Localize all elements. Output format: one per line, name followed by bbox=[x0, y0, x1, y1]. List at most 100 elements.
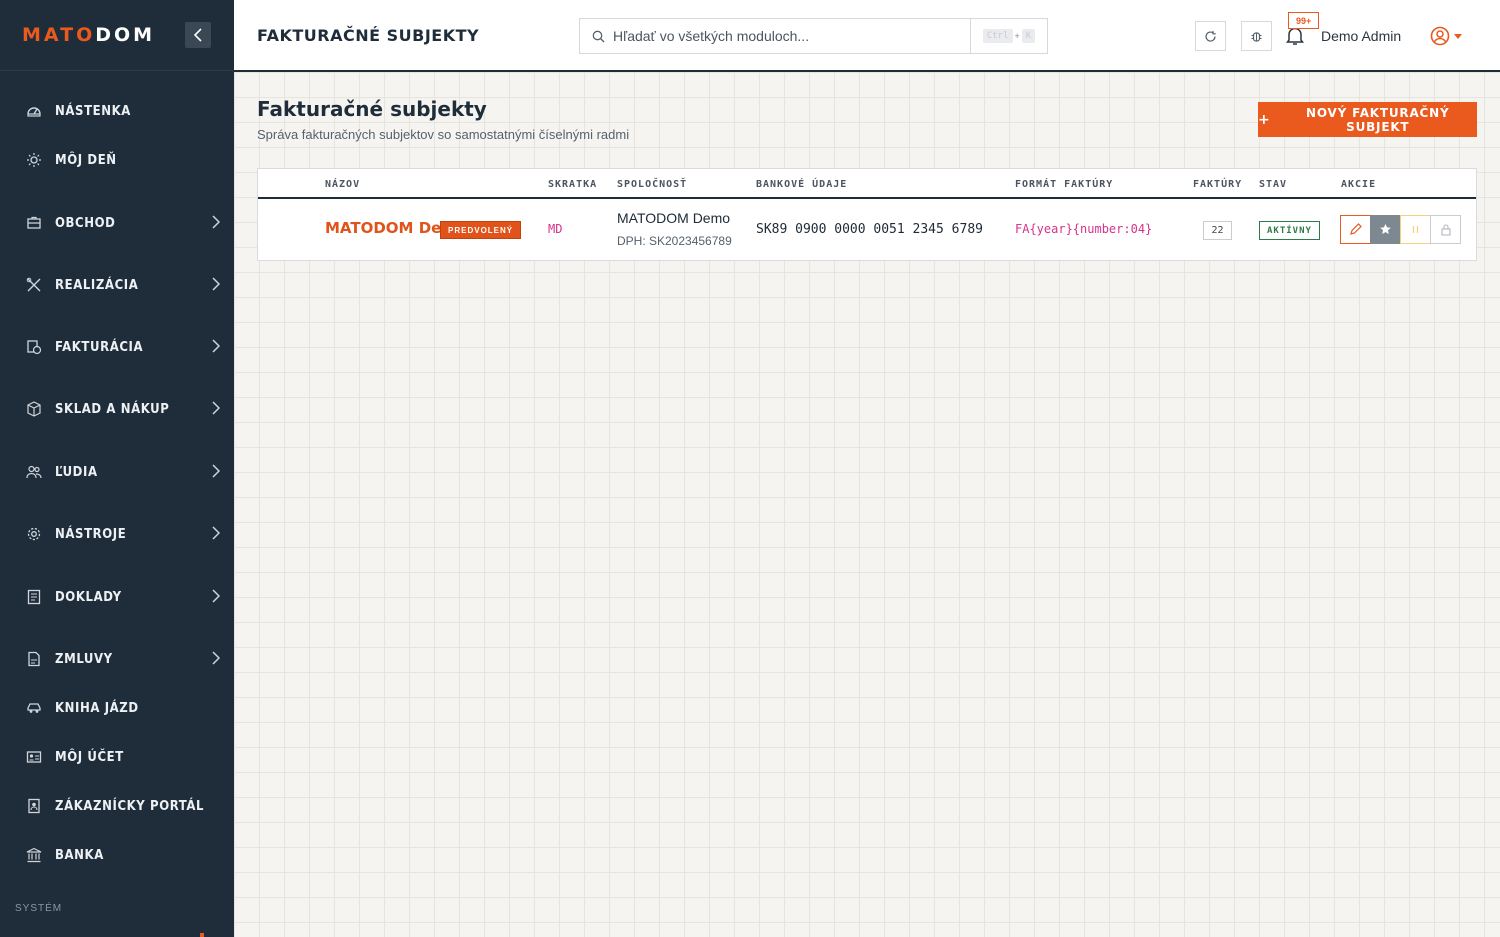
lock-button[interactable] bbox=[1430, 215, 1461, 244]
refresh-icon bbox=[1205, 30, 1216, 42]
billing-entities-table: Názov Skratka Spoločnosť Bankové údaje F… bbox=[257, 168, 1477, 261]
page-title: Fakturačné subjekty bbox=[257, 97, 487, 121]
sidebar-item-label: Môj deň bbox=[55, 152, 117, 168]
logo[interactable]: MATODOM bbox=[22, 24, 155, 46]
column-header-actions: Akcie bbox=[1341, 179, 1377, 190]
plus-icon: + bbox=[1258, 111, 1271, 128]
sidebar-item-label: Banka bbox=[55, 847, 104, 863]
sidebar-item-zmluvy[interactable]: Zmluvy bbox=[0, 639, 234, 679]
column-header-format[interactable]: Formát faktúry bbox=[1015, 179, 1113, 190]
entity-invoice-count: 22 bbox=[1203, 221, 1232, 240]
deactivate-button[interactable] bbox=[1400, 215, 1431, 244]
sidebar-header: MATODOM bbox=[0, 0, 234, 71]
sidebar-item-label: Kniha jázd bbox=[55, 700, 139, 716]
row-actions bbox=[1340, 215, 1461, 244]
refresh-button[interactable] bbox=[1195, 21, 1226, 51]
sidebar-item-label: Nástroje bbox=[55, 526, 127, 542]
sidebar-item-sklad-a-nakup[interactable]: Sklad a nákup bbox=[0, 389, 234, 429]
column-header-abbr[interactable]: Skratka bbox=[548, 179, 597, 190]
pause-icon bbox=[1412, 226, 1419, 233]
briefcase-icon bbox=[25, 214, 43, 232]
column-header-status[interactable]: Stav bbox=[1259, 179, 1287, 190]
logo-part-2: DOM bbox=[95, 24, 156, 46]
sidebar-item-fakturacia[interactable]: Fakturácia bbox=[0, 327, 234, 367]
default-badge: PREDVOLENÝ bbox=[440, 221, 522, 239]
sidebar: MATODOM Nástenka Môj deň Obchod Realizác… bbox=[0, 0, 234, 937]
chevron-left-icon bbox=[193, 28, 202, 42]
new-billing-entity-button[interactable]: + NOVÝ FAKTURAČNÝ SUBJEKT bbox=[1258, 102, 1477, 137]
edit-button[interactable] bbox=[1340, 215, 1371, 244]
notification-count-badge: 99+ bbox=[1288, 12, 1320, 29]
id-card-icon bbox=[25, 748, 43, 766]
sidebar-item-zakaznicky-portal[interactable]: Zákaznícky portál bbox=[0, 786, 234, 826]
table-header: Názov Skratka Spoločnosť Bankové údaje F… bbox=[258, 169, 1476, 199]
table-row[interactable]: MATODOM Demo PREDVOLENÝ MD MATODOM Demo … bbox=[258, 199, 1476, 260]
bank-icon bbox=[25, 846, 43, 864]
sidebar-item-doklady[interactable]: Doklady bbox=[0, 577, 234, 617]
set-default-button[interactable] bbox=[1370, 215, 1401, 244]
search-input[interactable] bbox=[613, 28, 953, 44]
invoice-icon bbox=[25, 338, 43, 356]
lock-icon bbox=[1440, 224, 1451, 236]
section-label-system: SYSTÉM bbox=[15, 903, 63, 914]
bell-icon[interactable] bbox=[1286, 26, 1304, 46]
kbd-plus: + bbox=[1014, 31, 1020, 41]
chevron-right-icon bbox=[212, 401, 220, 415]
chevron-right-icon bbox=[212, 651, 220, 665]
chevron-right-icon bbox=[212, 277, 220, 291]
column-header-invoices[interactable]: Faktúry bbox=[1193, 179, 1242, 190]
sidebar-item-label: Obchod bbox=[55, 215, 116, 231]
collapse-sidebar-button[interactable] bbox=[185, 22, 211, 48]
new-button-label: NOVÝ FAKTURAČNÝ SUBJEKT bbox=[1306, 105, 1450, 134]
entity-invoice-format: FA{year}{number:04} bbox=[1015, 222, 1153, 236]
sidebar-item-ludia[interactable]: Ľudia bbox=[0, 452, 234, 492]
entity-abbr: MD bbox=[548, 222, 563, 236]
chevron-right-icon bbox=[212, 339, 220, 353]
sidebar-item-realizacia[interactable]: Realizácia bbox=[0, 265, 234, 305]
main-content: Fakturačné subjekty Správa fakturačných … bbox=[234, 72, 1500, 937]
column-header-company[interactable]: Spoločnosť bbox=[617, 179, 687, 190]
gear-icon bbox=[25, 525, 43, 543]
people-icon bbox=[25, 463, 43, 481]
chevron-right-icon bbox=[212, 589, 220, 603]
debug-button[interactable] bbox=[1241, 21, 1272, 51]
sidebar-item-nastenka[interactable]: Nástenka bbox=[0, 91, 234, 131]
status-badge: AKTÍVNY bbox=[1259, 221, 1320, 240]
sidebar-item-label: Fakturácia bbox=[55, 339, 144, 355]
chevron-right-icon bbox=[212, 215, 220, 229]
search-icon bbox=[592, 30, 605, 42]
star-icon bbox=[1380, 224, 1391, 234]
sidebar-item-banka[interactable]: Banka bbox=[0, 835, 234, 875]
sidebar-item-label: Realizácia bbox=[55, 277, 139, 293]
sidebar-item-nastroje[interactable]: Nástroje bbox=[0, 514, 234, 554]
tools-icon bbox=[25, 276, 43, 294]
column-header-name[interactable]: Názov bbox=[325, 179, 360, 190]
sidebar-item-moj-den[interactable]: Môj deň bbox=[0, 140, 234, 180]
sun-icon bbox=[25, 151, 43, 169]
sidebar-item-label: Zákaznícky portál bbox=[55, 798, 205, 814]
entity-vat: DPH: SK2023456789 bbox=[617, 234, 732, 248]
sidebar-accent bbox=[200, 933, 204, 937]
sidebar-item-label: Doklady bbox=[55, 589, 122, 605]
global-search: Ctrl + K bbox=[579, 18, 1048, 54]
caret-down-icon bbox=[1454, 33, 1462, 39]
sidebar-item-moj-ucet[interactable]: Môj účet bbox=[0, 737, 234, 777]
sidebar-item-label: Môj účet bbox=[55, 749, 124, 765]
box-icon bbox=[25, 400, 43, 418]
car-icon bbox=[25, 699, 43, 717]
column-header-bank[interactable]: Bankové údaje bbox=[756, 179, 847, 190]
logo-part-1: MATO bbox=[22, 24, 96, 46]
search-shortcut-hint: Ctrl + K bbox=[970, 19, 1047, 53]
user-circle-icon bbox=[1430, 26, 1450, 46]
chevron-right-icon bbox=[212, 464, 220, 478]
user-name[interactable]: Demo Admin bbox=[1321, 28, 1401, 44]
user-menu-button[interactable] bbox=[1430, 26, 1462, 46]
chevron-right-icon bbox=[212, 526, 220, 540]
bug-icon bbox=[1251, 31, 1262, 42]
kbd-k: K bbox=[1021, 29, 1036, 43]
entity-company: MATODOM Demo bbox=[617, 210, 731, 226]
sidebar-item-label: Ľudia bbox=[55, 464, 98, 480]
kbd-ctrl: Ctrl bbox=[982, 29, 1013, 43]
sidebar-item-obchod[interactable]: Obchod bbox=[0, 203, 234, 243]
sidebar-item-kniha-jazd[interactable]: Kniha jázd bbox=[0, 688, 234, 728]
